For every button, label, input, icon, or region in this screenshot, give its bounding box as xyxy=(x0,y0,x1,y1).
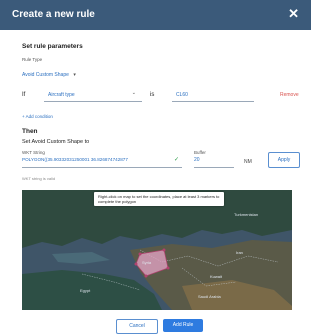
dialog-header: Create a new rule ✕ xyxy=(0,0,311,30)
buffer-label: Buffer xyxy=(194,150,206,155)
map-label: Turkmenistan xyxy=(234,212,259,217)
polygon-marker[interactable] xyxy=(138,252,142,256)
chevron-down-icon: ⌄ xyxy=(131,90,136,96)
rule-type-value: Avoid Custom Shape xyxy=(22,72,69,78)
condition-field-select[interactable]: Aircraft type ⌄ xyxy=(44,90,142,100)
condition-field-value: Aircraft type xyxy=(48,92,75,98)
condition-value-input[interactable]: CL60 xyxy=(172,91,254,100)
wkt-label: WKT String xyxy=(22,150,45,155)
map-canvas xyxy=(22,190,292,310)
then-heading: Then xyxy=(22,128,38,135)
map-tooltip: Right-click on map to set the coordinate… xyxy=(94,192,224,206)
polygon-marker[interactable] xyxy=(144,274,148,278)
add-condition-link[interactable]: + Add condition xyxy=(22,114,53,119)
dialog-title: Create a new rule xyxy=(12,9,95,20)
buffer-underline xyxy=(194,167,234,168)
buffer-value: 20 xyxy=(194,157,200,163)
rule-type-select[interactable]: Avoid Custom Shape ▾ xyxy=(22,63,76,81)
wkt-value: POLYGON((35.90332031250001 36.8268747428… xyxy=(22,157,128,162)
apply-button[interactable]: Apply xyxy=(268,152,300,168)
if-label: If xyxy=(22,92,26,98)
rule-type-label: Rule Type xyxy=(22,57,43,62)
cancel-button[interactable]: Cancel xyxy=(116,319,158,334)
map-label: Saudi Arabia xyxy=(198,294,221,299)
condition-field-underline xyxy=(44,101,142,102)
buffer-input[interactable]: 20 xyxy=(194,157,234,166)
remove-condition-link[interactable]: Remove xyxy=(280,92,299,98)
action-label: Set Avoid Custom Shape to xyxy=(22,139,90,145)
condition-value: CL60 xyxy=(176,92,188,98)
check-icon: ✓ xyxy=(174,157,180,163)
close-icon[interactable]: ✕ xyxy=(288,6,299,22)
map-view[interactable]: Turkmenistan Syria Iran Egypt Saudi Arab… xyxy=(22,190,292,310)
add-rule-button[interactable]: Add Rule xyxy=(163,319,203,332)
map-label: Kuwait xyxy=(210,274,223,279)
buffer-unit: NM xyxy=(244,159,252,165)
wkt-input[interactable]: POLYGON((35.90332031250001 36.8268747428… xyxy=(22,157,182,166)
map-label: Syria xyxy=(142,260,152,265)
chevron-down-icon: ▾ xyxy=(73,72,76,78)
wkt-underline xyxy=(22,167,182,168)
polygon-marker[interactable] xyxy=(134,262,138,266)
map-label: Iran xyxy=(236,250,243,255)
map-label: Egypt xyxy=(80,288,91,293)
condition-value-underline xyxy=(172,101,254,102)
operator-label: is xyxy=(150,92,155,98)
polygon-marker[interactable] xyxy=(162,248,166,252)
section-heading-rule-parameters: Set rule parameters xyxy=(22,43,83,50)
polygon-marker[interactable] xyxy=(166,266,170,270)
wkt-status: WKT string is valid xyxy=(22,176,56,181)
